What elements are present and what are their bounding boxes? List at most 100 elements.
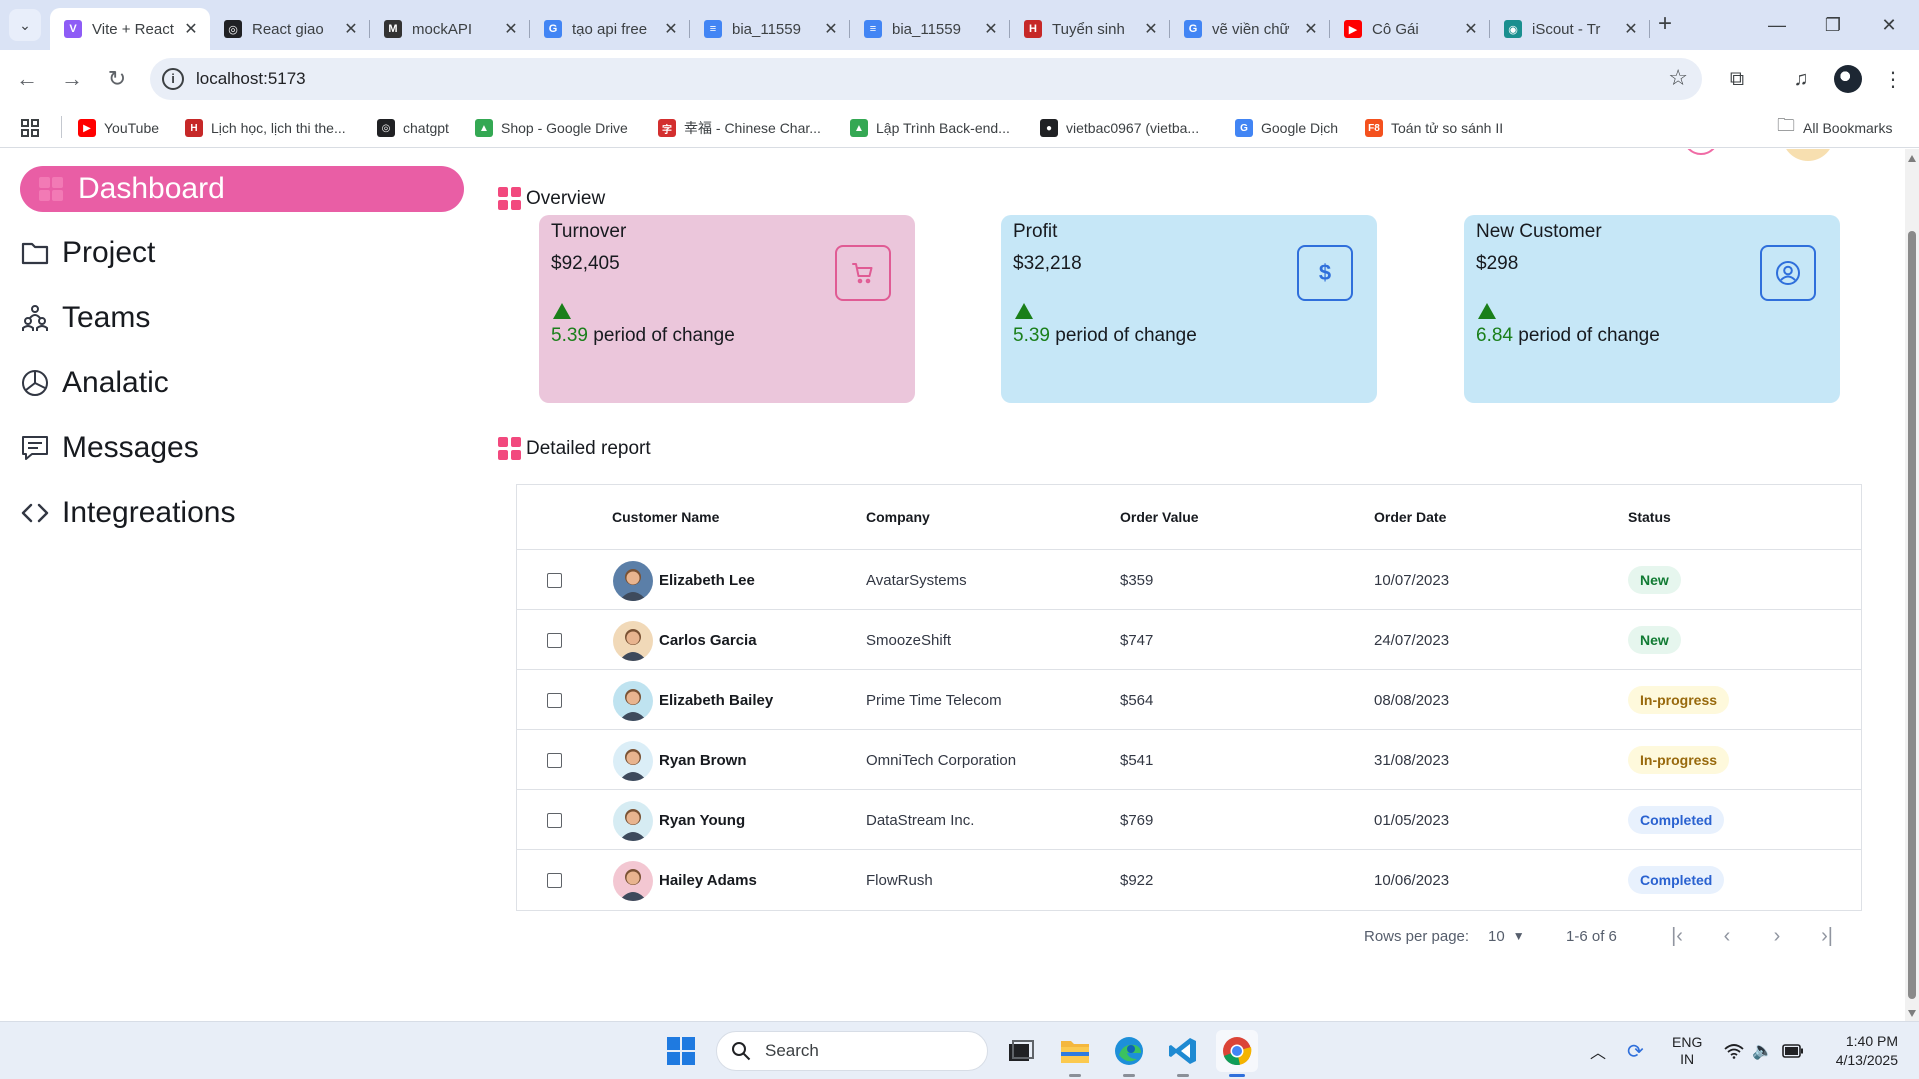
bookmark-item[interactable]: H Lịch học, lịch thi the... — [185, 117, 346, 139]
browser-tab[interactable]: ▶ Cô Gái ✕ — [1330, 8, 1490, 50]
browser-tab[interactable]: Gtạo api free ✕ — [530, 8, 690, 50]
table-row[interactable]: Elizabeth Bailey Prime Time Telecom $564 08… — [517, 669, 1861, 729]
bookmark-item[interactable]: 字幸福 - Chinese Char... — [658, 117, 821, 139]
next-page-icon[interactable]: › — [1760, 921, 1794, 951]
browser-tab[interactable]: ◉ iScout - Tr ✕ — [1490, 8, 1650, 50]
sidebar-item-dashboard[interactable]: Dashboard — [20, 166, 464, 212]
bookmark-item[interactable]: G Google Dịch — [1235, 117, 1338, 139]
customer-name[interactable]: Ryan Brown — [659, 730, 747, 790]
bookmark-item[interactable]: ● vietbac0967 (vietba... — [1040, 117, 1199, 139]
sidebar-item-integreations[interactable]: Integreations — [20, 490, 235, 536]
row-checkbox[interactable] — [547, 873, 562, 888]
all-bookmarks-button[interactable]: 🗀 All Bookmarks — [1777, 115, 1892, 139]
table-row[interactable]: Ryan Young DataStream Inc. $769 01/05/2023 C… — [517, 789, 1861, 849]
bookmark-item[interactable]: ▲ Shop - Google Drive — [475, 117, 628, 139]
tab-close-icon[interactable]: ✕ — [1302, 19, 1320, 39]
row-checkbox[interactable] — [547, 693, 562, 708]
customer-name[interactable]: Elizabeth Bailey — [659, 670, 773, 730]
tab-close-icon[interactable]: ✕ — [342, 19, 360, 39]
vscode-icon[interactable] — [1162, 1030, 1204, 1077]
browser-tab[interactable]: V Vite + React ✕ — [50, 8, 210, 50]
task-view-icon[interactable] — [1000, 1030, 1042, 1072]
media-control-icon[interactable]: ♫ — [1784, 62, 1818, 96]
bookmark-item[interactable]: ▲ Lập Trình Back-end... — [850, 117, 1010, 139]
scrollbar-thumb[interactable] — [1908, 231, 1916, 999]
sidebar-item-analatic[interactable]: Analatic — [20, 360, 169, 406]
tab-close-icon[interactable]: ✕ — [982, 19, 1000, 39]
tab-close-icon[interactable]: ✕ — [662, 19, 680, 39]
site-info-icon[interactable]: i — [162, 68, 184, 90]
windows-start-icon[interactable] — [660, 1030, 702, 1072]
extensions-icon[interactable]: ⧉ — [1720, 62, 1754, 96]
new-tab-button[interactable]: + — [1650, 10, 1680, 40]
row-checkbox[interactable] — [547, 753, 562, 768]
table-row[interactable]: Hailey Adams FlowRush $922 10/06/2023 Comple… — [517, 849, 1861, 909]
bookmark-star-icon[interactable]: ☆ — [1668, 65, 1688, 91]
page-scrollbar[interactable] — [1905, 149, 1919, 1021]
previous-page-icon[interactable]: ‹ — [1710, 921, 1744, 951]
profile-avatar[interactable] — [1834, 65, 1862, 93]
column-header-customer-name[interactable]: Customer Name — [612, 485, 719, 549]
scroll-up-icon[interactable] — [1908, 155, 1916, 162]
reload-button[interactable]: ↻ — [100, 62, 134, 96]
address-bar-url[interactable]: localhost:5173 — [196, 69, 306, 89]
user-icon[interactable] — [1760, 245, 1816, 301]
close-window-button[interactable]: ✕ — [1862, 0, 1916, 50]
clock[interactable]: 1:40 PM 4/13/2025 — [1822, 1022, 1898, 1079]
chrome-icon[interactable] — [1216, 1030, 1258, 1077]
forward-button[interactable]: → — [55, 62, 89, 96]
sidebar-item-project[interactable]: Project — [20, 230, 155, 276]
rows-per-page-select[interactable]: 10 ▼ — [1488, 921, 1525, 951]
tab-close-icon[interactable]: ✕ — [502, 19, 520, 39]
restore-button[interactable]: ❐ — [1806, 0, 1860, 50]
browser-tab[interactable]: ≡ bia_11559 ✕ — [690, 8, 850, 50]
column-header-order-value[interactable]: Order Value — [1120, 485, 1199, 549]
row-checkbox[interactable] — [547, 813, 562, 828]
customer-name[interactable]: Ryan Young — [659, 790, 745, 850]
sidebar-item-teams[interactable]: Teams — [20, 295, 150, 341]
browser-tab[interactable]: H Tuyển sinh ✕ — [1010, 8, 1170, 50]
volume-icon[interactable]: 🔈 — [1752, 1022, 1773, 1079]
browser-tab[interactable]: Gvẽ viền chữ ✕ — [1170, 8, 1330, 50]
cart-icon[interactable] — [835, 245, 891, 301]
user-avatar[interactable] — [1782, 149, 1834, 161]
customer-name[interactable]: Hailey Adams — [659, 850, 757, 910]
column-header-company[interactable]: Company — [866, 485, 930, 549]
apps-grid-icon[interactable] — [20, 117, 40, 139]
search-icon[interactable] — [1683, 149, 1719, 155]
show-hidden-icons-chevron[interactable]: ︿ — [1590, 1022, 1606, 1079]
customer-name[interactable]: Carlos Garcia — [659, 610, 757, 670]
tab-close-icon[interactable]: ✕ — [822, 19, 840, 39]
bookmark-item[interactable]: ◎ chatgpt — [377, 117, 449, 139]
language-indicator[interactable]: ENG IN — [1672, 1022, 1702, 1079]
browser-tab[interactable]: MmockAPI ✕ — [370, 8, 530, 50]
first-page-icon[interactable]: |‹ — [1660, 921, 1694, 951]
tab-close-icon[interactable]: ✕ — [1622, 19, 1640, 39]
wifi-icon[interactable] — [1724, 1022, 1744, 1079]
table-row[interactable]: Elizabeth Lee AvatarSystems $359 10/07/2023… — [517, 549, 1861, 609]
column-header-order-date[interactable]: Order Date — [1374, 485, 1446, 549]
dollar-icon[interactable]: $ — [1297, 245, 1353, 301]
back-button[interactable]: ← — [10, 62, 44, 96]
last-page-icon[interactable]: ›| — [1810, 921, 1844, 951]
tab-search-chevron-icon[interactable]: ⌄ — [9, 9, 41, 41]
bookmark-item[interactable]: F8 Toán tử so sánh II — [1365, 117, 1503, 139]
sync-icon[interactable]: ⟳ — [1627, 1022, 1644, 1079]
browser-tab[interactable]: ◎ React giao ✕ — [210, 8, 370, 50]
browser-menu-icon[interactable]: ⋮ — [1876, 62, 1910, 96]
row-checkbox[interactable] — [547, 633, 562, 648]
bookmark-item[interactable]: ▶ YouTube — [78, 117, 159, 139]
scroll-down-icon[interactable] — [1908, 1010, 1916, 1017]
browser-tab[interactable]: ≡ bia_11559 ✕ — [850, 8, 1010, 50]
edge-browser-icon[interactable] — [1108, 1030, 1150, 1077]
tab-close-icon[interactable]: ✕ — [1142, 19, 1160, 39]
tab-close-icon[interactable]: ✕ — [1462, 19, 1480, 39]
battery-icon[interactable] — [1782, 1022, 1804, 1079]
column-header-status[interactable]: Status — [1628, 485, 1671, 549]
taskbar-search[interactable]: Search — [716, 1031, 988, 1071]
file-explorer-icon[interactable] — [1054, 1030, 1096, 1077]
minimize-button[interactable]: — — [1750, 0, 1804, 50]
tab-close-icon[interactable]: ✕ — [182, 19, 200, 39]
table-row[interactable]: Ryan Brown OmniTech Corporation $541 31/08/… — [517, 729, 1861, 789]
row-checkbox[interactable] — [547, 573, 562, 588]
